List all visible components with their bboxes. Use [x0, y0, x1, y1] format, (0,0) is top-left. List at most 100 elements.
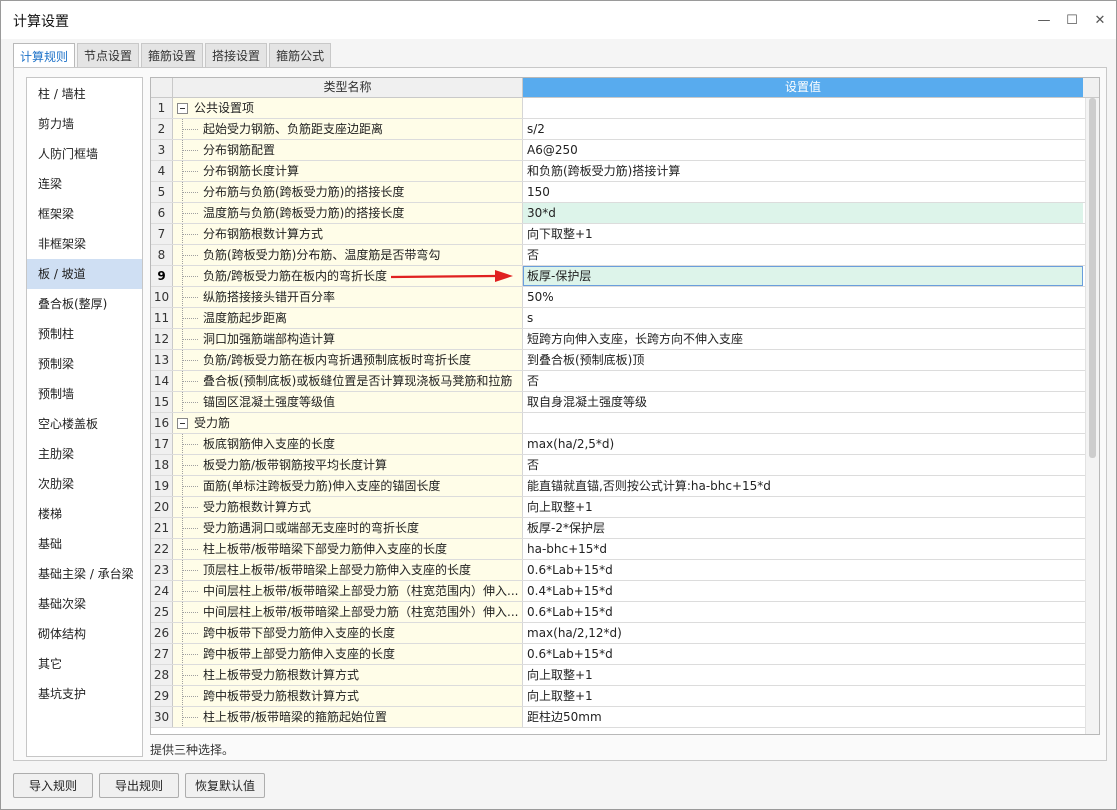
setting-value-cell[interactable]: 0.6*Lab+15*d: [523, 644, 1083, 664]
type-name-cell[interactable]: 跨中板带下部受力筋伸入支座的长度: [173, 623, 523, 643]
setting-value-cell[interactable]: 和负筋(跨板受力筋)搭接计算: [523, 161, 1083, 181]
tab-stirrup-formula[interactable]: 箍筋公式: [269, 43, 332, 67]
setting-value-cell[interactable]: 板厚-保护层: [523, 266, 1083, 286]
vertical-scrollbar[interactable]: [1085, 98, 1099, 734]
type-name-cell[interactable]: 受力筋遇洞口或端部无支座时的弯折长度: [173, 518, 523, 538]
type-name-cell[interactable]: 负筋(跨板受力筋)分布筋、温度筋是否带弯勾: [173, 245, 523, 265]
restore-defaults-button[interactable]: 恢复默认值: [185, 773, 265, 798]
type-name-cell[interactable]: 柱上板带/板带暗梁下部受力筋伸入支座的长度: [173, 539, 523, 559]
setting-value-cell[interactable]: 向上取整+1: [523, 686, 1083, 706]
sidebar-item[interactable]: 楼梯: [27, 499, 142, 529]
setting-value-cell[interactable]: 向下取整+1: [523, 224, 1083, 244]
collapse-icon[interactable]: [177, 102, 188, 114]
type-name-cell[interactable]: 柱上板带受力筋根数计算方式: [173, 665, 523, 685]
setting-value-cell[interactable]: max(ha/2,12*d): [523, 623, 1083, 643]
table-row[interactable]: 23 顶层柱上板带/板带暗梁上部受力筋伸入支座的长度 0.6*Lab+15*d: [151, 560, 1085, 581]
type-name-cell[interactable]: 纵筋搭接接头错开百分率: [173, 287, 523, 307]
setting-value-cell[interactable]: ha-bhc+15*d: [523, 539, 1083, 559]
table-row[interactable]: 11 温度筋起步距离 s: [151, 308, 1085, 329]
setting-value-cell[interactable]: 0.4*Lab+15*d: [523, 581, 1083, 601]
type-name-cell[interactable]: 板受力筋/板带钢筋按平均长度计算: [173, 455, 523, 475]
setting-value-cell[interactable]: [523, 413, 1083, 433]
tab-node-settings[interactable]: 节点设置: [77, 43, 140, 67]
type-name-cell[interactable]: 锚固区混凝土强度等级值: [173, 392, 523, 412]
setting-value-cell[interactable]: s: [523, 308, 1083, 328]
table-row[interactable]: 5 分布筋与负筋(跨板受力筋)的搭接长度 150: [151, 182, 1085, 203]
type-name-cell[interactable]: 中间层柱上板带/板带暗梁上部受力筋（柱宽范围外）伸入...: [173, 602, 523, 622]
setting-value-cell[interactable]: 到叠合板(预制底板)顶: [523, 350, 1083, 370]
table-row[interactable]: 21 受力筋遇洞口或端部无支座时的弯折长度 板厚-2*保护层: [151, 518, 1085, 539]
table-row[interactable]: 28 柱上板带受力筋根数计算方式 向上取整+1: [151, 665, 1085, 686]
table-row[interactable]: 30 柱上板带/板带暗梁的箍筋起始位置 距柱边50mm: [151, 707, 1085, 728]
sidebar-item[interactable]: 砌体结构: [27, 619, 142, 649]
setting-value-cell[interactable]: 能直锚就直锚,否则按公式计算:ha-bhc+15*d: [523, 476, 1083, 496]
table-row[interactable]: 12 洞口加强筋端部构造计算 短跨方向伸入支座，长跨方向不伸入支座: [151, 329, 1085, 350]
tab-lap-settings[interactable]: 搭接设置: [205, 43, 268, 67]
sidebar-item[interactable]: 基坑支护: [27, 679, 142, 709]
sidebar-item[interactable]: 连梁: [27, 169, 142, 199]
type-name-cell[interactable]: 分布钢筋根数计算方式: [173, 224, 523, 244]
table-row[interactable]: 25 中间层柱上板带/板带暗梁上部受力筋（柱宽范围外）伸入... 0.6*Lab+1…: [151, 602, 1085, 623]
table-row[interactable]: 26 跨中板带下部受力筋伸入支座的长度 max(ha/2,12*d): [151, 623, 1085, 644]
header-type-name[interactable]: 类型名称: [173, 78, 523, 97]
setting-value-cell[interactable]: 向上取整+1: [523, 497, 1083, 517]
table-row[interactable]: 9 负筋/跨板受力筋在板内的弯折长度 板厚-保护层: [151, 266, 1085, 287]
setting-value-cell[interactable]: 距柱边50mm: [523, 707, 1083, 727]
table-row[interactable]: 27 跨中板带上部受力筋伸入支座的长度 0.6*Lab+15*d: [151, 644, 1085, 665]
sidebar-item[interactable]: 基础次梁: [27, 589, 142, 619]
sidebar-item[interactable]: 主肋梁: [27, 439, 142, 469]
tab-stirrup-settings[interactable]: 箍筋设置: [141, 43, 204, 67]
sidebar-item[interactable]: 剪力墙: [27, 109, 142, 139]
sidebar-item[interactable]: 次肋梁: [27, 469, 142, 499]
title-bar[interactable]: 计算设置 — ☐ ✕: [1, 1, 1116, 39]
setting-value-cell[interactable]: 0.6*Lab+15*d: [523, 560, 1083, 580]
type-name-cell[interactable]: 洞口加强筋端部构造计算: [173, 329, 523, 349]
setting-value-cell[interactable]: 短跨方向伸入支座，长跨方向不伸入支座: [523, 329, 1083, 349]
sidebar-item[interactable]: 柱 / 墙柱: [27, 79, 142, 109]
table-row[interactable]: 19 面筋(单标注跨板受力筋)伸入支座的锚固长度 能直锚就直锚,否则按公式计算:ha…: [151, 476, 1085, 497]
type-name-cell[interactable]: 受力筋根数计算方式: [173, 497, 523, 517]
setting-value-cell[interactable]: 否: [523, 245, 1083, 265]
import-rules-button[interactable]: 导入规则: [13, 773, 93, 798]
type-name-cell[interactable]: 分布钢筋配置: [173, 140, 523, 160]
table-row[interactable]: 29 跨中板带受力筋根数计算方式 向上取整+1: [151, 686, 1085, 707]
type-name-cell[interactable]: 公共设置项: [173, 98, 523, 118]
type-name-cell[interactable]: 受力筋: [173, 413, 523, 433]
sidebar-item[interactable]: 其它: [27, 649, 142, 679]
table-row[interactable]: 15 锚固区混凝土强度等级值 取自身混凝土强度等级: [151, 392, 1085, 413]
table-row[interactable]: 4 分布钢筋长度计算 和负筋(跨板受力筋)搭接计算: [151, 161, 1085, 182]
type-name-cell[interactable]: 柱上板带/板带暗梁的箍筋起始位置: [173, 707, 523, 727]
type-name-cell[interactable]: 负筋/跨板受力筋在板内弯折遇预制底板时弯折长度: [173, 350, 523, 370]
sidebar-item[interactable]: 框架梁: [27, 199, 142, 229]
header-setting-value[interactable]: 设置值: [523, 78, 1083, 97]
setting-value-cell[interactable]: A6@250: [523, 140, 1083, 160]
setting-value-cell[interactable]: max(ha/2,5*d): [523, 434, 1083, 454]
sidebar-item[interactable]: 预制梁: [27, 349, 142, 379]
type-name-cell[interactable]: 分布钢筋长度计算: [173, 161, 523, 181]
sidebar-item[interactable]: 基础: [27, 529, 142, 559]
table-row[interactable]: 1 公共设置项: [151, 98, 1085, 119]
export-rules-button[interactable]: 导出规则: [99, 773, 179, 798]
type-name-cell[interactable]: 分布筋与负筋(跨板受力筋)的搭接长度: [173, 182, 523, 202]
sidebar-item[interactable]: 叠合板(整厚): [27, 289, 142, 319]
table-row[interactable]: 16 受力筋: [151, 413, 1085, 434]
type-name-cell[interactable]: 起始受力钢筋、负筋距支座边距离: [173, 119, 523, 139]
table-row[interactable]: 2 起始受力钢筋、负筋距支座边距离 s/2: [151, 119, 1085, 140]
type-name-cell[interactable]: 跨中板带受力筋根数计算方式: [173, 686, 523, 706]
setting-value-cell[interactable]: 30*d: [523, 203, 1083, 223]
sidebar-item[interactable]: 非框架梁: [27, 229, 142, 259]
table-row[interactable]: 10 纵筋搭接接头错开百分率 50%: [151, 287, 1085, 308]
table-row[interactable]: 24 中间层柱上板带/板带暗梁上部受力筋（柱宽范围内）伸入... 0.4*Lab+1…: [151, 581, 1085, 602]
table-row[interactable]: 20 受力筋根数计算方式 向上取整+1: [151, 497, 1085, 518]
minimize-icon[interactable]: —: [1033, 9, 1055, 31]
collapse-icon[interactable]: [177, 417, 188, 429]
type-name-cell[interactable]: 中间层柱上板带/板带暗梁上部受力筋（柱宽范围内）伸入...: [173, 581, 523, 601]
maximize-icon[interactable]: ☐: [1061, 9, 1083, 31]
type-name-cell[interactable]: 温度筋起步距离: [173, 308, 523, 328]
table-row[interactable]: 8 负筋(跨板受力筋)分布筋、温度筋是否带弯勾 否: [151, 245, 1085, 266]
setting-value-cell[interactable]: s/2: [523, 119, 1083, 139]
table-row[interactable]: 3 分布钢筋配置 A6@250: [151, 140, 1085, 161]
setting-value-cell[interactable]: 0.6*Lab+15*d: [523, 602, 1083, 622]
close-icon[interactable]: ✕: [1089, 9, 1111, 31]
type-name-cell[interactable]: 叠合板(预制底板)或板缝位置是否计算现浇板马凳筋和拉筋: [173, 371, 523, 391]
